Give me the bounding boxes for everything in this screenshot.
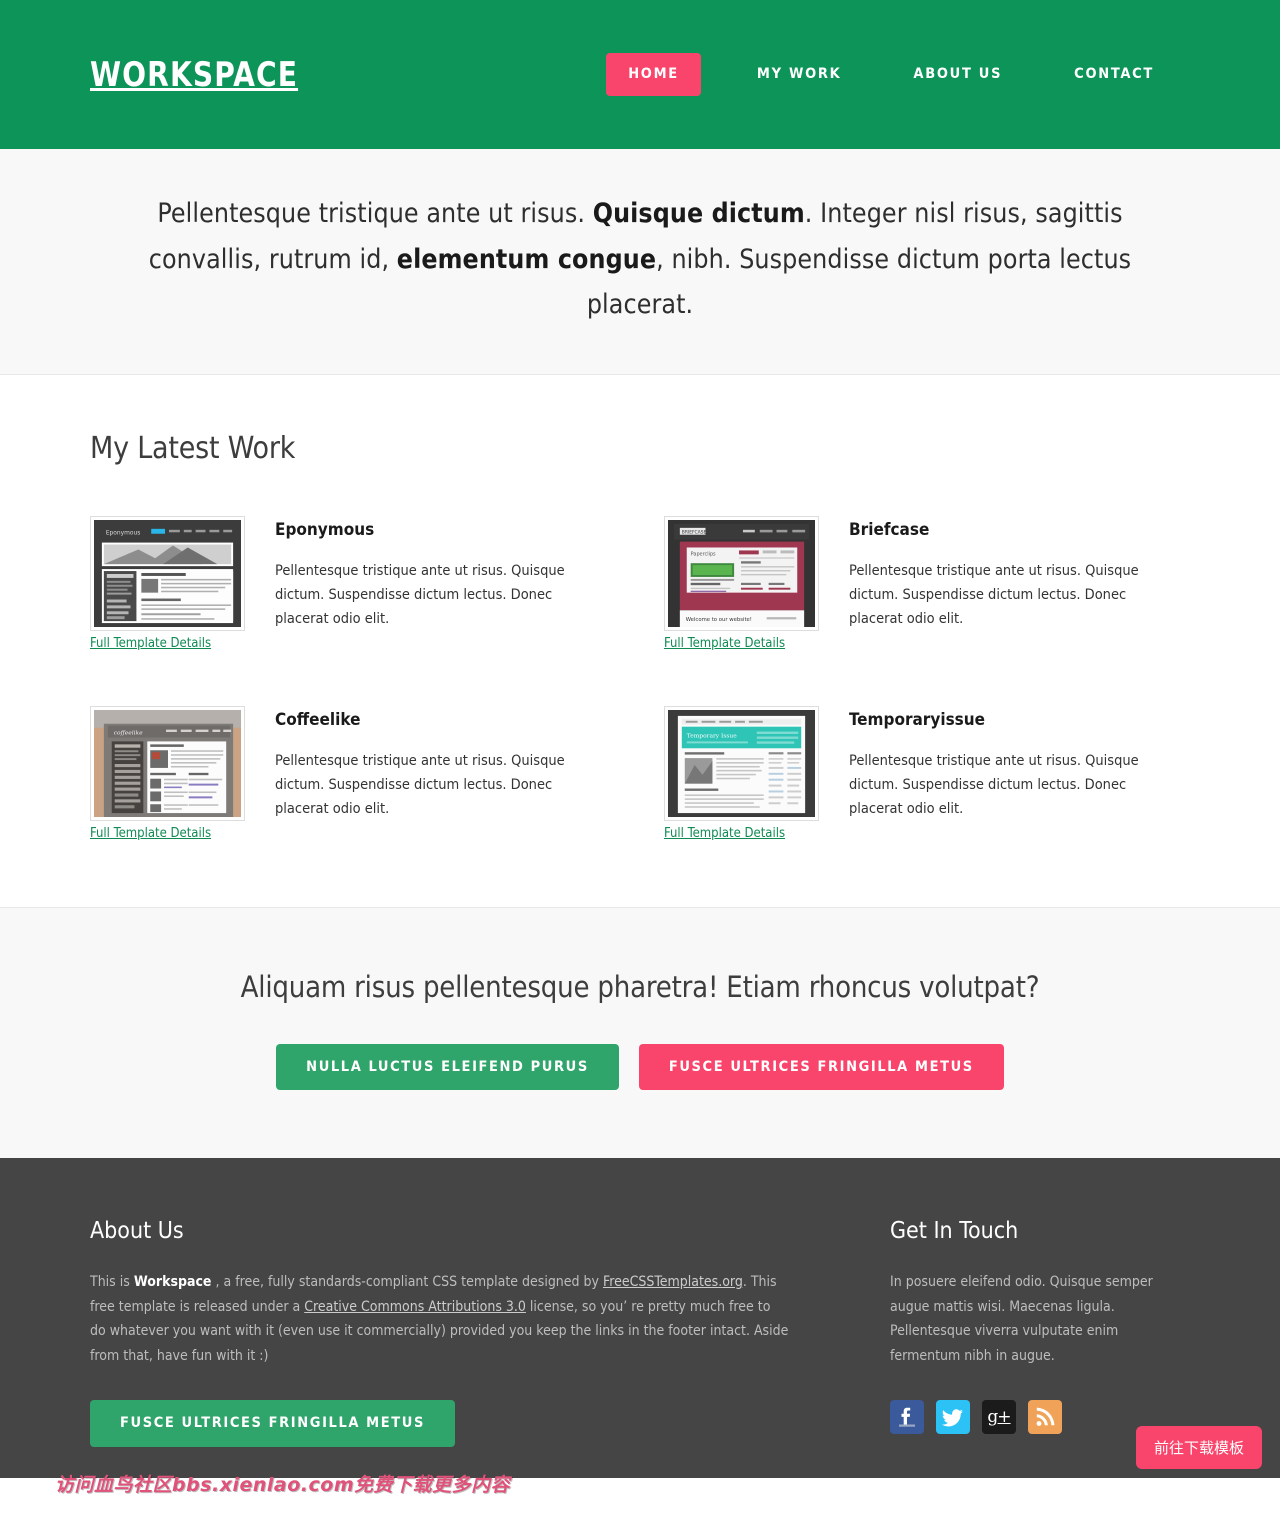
- site-logo[interactable]: WORKSPACE: [90, 58, 298, 92]
- hero-bold-1: Quisque dictum: [592, 198, 805, 229]
- hero-bold-2: elementum congue: [396, 243, 657, 275]
- work-desc-eponymous: Pellentesque tristique ante ut risus. Qu…: [275, 562, 565, 627]
- svg-text:Paperclips: Paperclips: [691, 551, 716, 557]
- thumbnail-briefcase[interactable]: BRIEFCASE Paperclips Welcome to our webs…: [664, 515, 819, 631]
- hero-banner: Pellentesque tristique ante ut risus. Qu…: [0, 149, 1280, 375]
- thumbnail-temporaryissue-image: Temporary Issue: [668, 709, 815, 817]
- svg-text:Temporary Issue: Temporary Issue: [687, 733, 737, 739]
- thumbnail-briefcase-image: BRIEFCASE Paperclips Welcome to our webs…: [668, 519, 815, 627]
- cta-buttons: NULLA LUCTUS ELEIFEND PURUS FUSCE ULTRIC…: [0, 1043, 1280, 1091]
- svg-text:BRIEFCASE: BRIEFCASE: [682, 529, 707, 535]
- work-body: Eponymous Pellentesque tristique ante ut…: [275, 516, 616, 632]
- footer-about-heading: About Us: [90, 1218, 184, 1245]
- work-body: Coffeelike Pellentesque tristique ante u…: [275, 706, 616, 822]
- thumbnail-eponymous[interactable]: Eponymous: [90, 515, 245, 631]
- work-desc-temporaryissue: Pellentesque tristique ante ut risus. Qu…: [849, 752, 1139, 817]
- freecsstemplates-link[interactable]: FreeCSSTemplates.org: [603, 1274, 743, 1290]
- hero-part-3: , nibh. Suspendisse dictum porta lectus …: [586, 243, 1132, 321]
- rss-glyph: [1036, 1407, 1055, 1427]
- main-navigation: HOME MY WORK ABOUT US CONTACT: [606, 53, 1190, 96]
- latest-work-section: My Latest Work Eponymous Full Template D…: [0, 374, 1280, 908]
- cta-title: Aliquam risus pellentesque pharetra! Eti…: [240, 969, 1040, 1004]
- facebook-icon[interactable]: [890, 1400, 924, 1435]
- call-to-action-section: Aliquam risus pellentesque pharetra! Eti…: [0, 907, 1280, 1159]
- twitter-glyph: [941, 1409, 963, 1427]
- hero-part-1: Pellentesque tristique ante ut risus.: [157, 198, 593, 229]
- about-text-2: , a free, fully standards-compliant CSS …: [211, 1274, 603, 1291]
- work-title-briefcase: Briefcase: [849, 519, 930, 540]
- thumbnail-eponymous-image: Eponymous: [94, 519, 241, 627]
- cta-primary-button[interactable]: NULLA LUCTUS ELEIFEND PURUS: [276, 1043, 619, 1091]
- footer-contact-heading: Get In Touch: [890, 1218, 1019, 1245]
- thumbnail-temporaryissue[interactable]: Temporary Issue: [664, 705, 819, 821]
- footer-cta-button[interactable]: FUSCE ULTRICES FRINGILLA METUS: [90, 1400, 455, 1447]
- nav-item-my-work[interactable]: MY WORK: [735, 53, 864, 96]
- work-item-eponymous: Eponymous Full Template Details Eponymou…: [90, 515, 616, 651]
- about-text-1: This is: [90, 1274, 134, 1291]
- footer-contact-text: In posuere eleifend odio. Quisque semper…: [890, 1274, 1153, 1364]
- work-desc-briefcase: Pellentesque tristique ante ut risus. Qu…: [849, 562, 1139, 627]
- work-item-briefcase: BRIEFCASE Paperclips Welcome to our webs…: [664, 515, 1190, 651]
- work-desc-coffeelike: Pellentesque tristique ante ut risus. Qu…: [275, 752, 565, 817]
- creative-commons-link[interactable]: Creative Commons Attributions 3.0: [304, 1299, 526, 1315]
- header-inner: WORKSPACE HOME MY WORK ABOUT US CONTACT: [90, 0, 1190, 149]
- svg-text:Welcome to our website!: Welcome to our website!: [686, 617, 752, 623]
- hero-text: Pellentesque tristique ante ut risus. Qu…: [105, 191, 1175, 328]
- site-footer: About Us This is Workspace , a free, ful…: [0, 1158, 1280, 1479]
- page-title: My Latest Work: [90, 430, 296, 466]
- nav-item-home[interactable]: HOME: [606, 53, 701, 96]
- work-body: Temporaryissue Pellentesque tristique an…: [849, 706, 1190, 822]
- details-link-eponymous[interactable]: Full Template Details: [90, 636, 211, 651]
- footer-grid: About Us This is Workspace , a free, ful…: [90, 1218, 1190, 1447]
- work-title-coffeelike: Coffeelike: [275, 709, 361, 730]
- svg-text:Eponymous: Eponymous: [106, 530, 141, 536]
- nav-item-about-us[interactable]: ABOUT US: [891, 53, 1024, 96]
- work-title-temporaryissue: Temporaryissue: [849, 709, 986, 730]
- work-item-coffeelike: coffeelike Full Template Details Coffeel…: [90, 705, 616, 841]
- footer-contact-column: Get In Touch In posuere eleifend odio. Q…: [890, 1218, 1190, 1447]
- details-link-temporaryissue[interactable]: Full Template Details: [664, 826, 785, 841]
- work-grid: Eponymous Full Template Details Eponymou…: [90, 515, 1190, 841]
- google-plus-icon[interactable]: g+: [982, 1400, 1016, 1435]
- work-title-eponymous: Eponymous: [275, 519, 375, 540]
- details-link-briefcase[interactable]: Full Template Details: [664, 636, 785, 651]
- site-header: WORKSPACE HOME MY WORK ABOUT US CONTACT: [0, 0, 1280, 149]
- about-brand: Workspace: [133, 1274, 212, 1291]
- thumbnail-coffeelike[interactable]: coffeelike: [90, 705, 245, 821]
- cta-secondary-button[interactable]: FUSCE ULTRICES FRINGILLA METUS: [638, 1043, 1004, 1091]
- thumb-column: coffeelike Full Template Details: [90, 705, 247, 841]
- work-body: Briefcase Pellentesque tristique ante ut…: [849, 516, 1190, 632]
- twitter-icon[interactable]: [936, 1400, 970, 1435]
- nav-item-contact[interactable]: CONTACT: [1052, 53, 1176, 96]
- footer-about-column: About Us This is Workspace , a free, ful…: [90, 1218, 790, 1447]
- rss-icon[interactable]: [1028, 1400, 1062, 1435]
- site-watermark: 访问血鸟社区bbs.xienlao.com免费下载更多内容: [55, 1474, 511, 1496]
- thumb-column: Temporary Issue Full Template Details: [664, 705, 821, 841]
- work-container: My Latest Work Eponymous Full Template D…: [90, 431, 1190, 841]
- download-template-button[interactable]: 前往下载模板: [1135, 1426, 1262, 1469]
- google-plus-glyph: g+: [987, 1407, 1011, 1428]
- details-link-coffeelike[interactable]: Full Template Details: [90, 826, 211, 841]
- footer-about-text: This is Workspace , a free, fully standa…: [90, 1270, 790, 1368]
- thumb-column: Eponymous Full Template Details: [90, 515, 247, 651]
- facebook-glyph: [899, 1407, 915, 1427]
- work-item-temporaryissue: Temporary Issue Full Template Details Te…: [664, 705, 1190, 841]
- thumbnail-coffeelike-image: coffeelike: [94, 709, 241, 817]
- thumb-column: BRIEFCASE Paperclips Welcome to our webs…: [664, 515, 821, 651]
- svg-text:coffeelike: coffeelike: [114, 730, 143, 736]
